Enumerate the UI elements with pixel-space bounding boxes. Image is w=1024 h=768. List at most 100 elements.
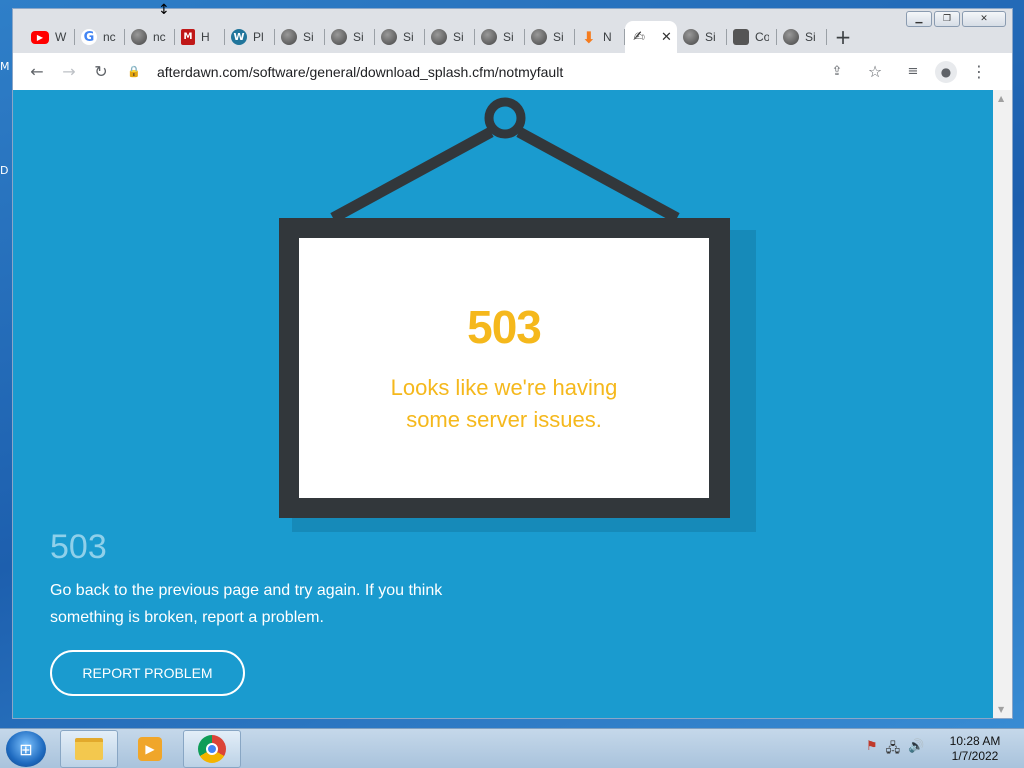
globe-icon — [683, 29, 699, 45]
sign-message-line: Looks like we're having — [390, 375, 618, 400]
clock[interactable]: 10:28 AM 1/7/2022 — [940, 734, 1010, 764]
tab[interactable]: Si — [475, 21, 525, 53]
action-center-flag-icon[interactable]: ⚑ — [866, 739, 878, 761]
tabs: ▶ W Gnc nc MH W Pl Si Si Si Si Si Si ⬇ N ✍ ✕… — [25, 21, 859, 53]
browser-window: ▁ ❐ ✕ ▶ W Gnc nc MH W Pl Si Si Si Si Si Si… — [12, 8, 1013, 719]
maximize-button[interactable]: ❐ — [934, 11, 960, 27]
folder-icon — [75, 738, 103, 760]
scroll-down-icon[interactable]: ▼ — [998, 705, 1004, 714]
error-message-line: Go back to the previous page and try aga… — [50, 582, 443, 599]
reload-icon[interactable]: ↻ — [85, 56, 117, 88]
tab-label: nc — [103, 30, 116, 44]
globe-icon — [331, 29, 347, 45]
tab-label: Si — [553, 30, 564, 44]
profile-avatar-icon[interactable]: ● — [935, 60, 957, 83]
url-text[interactable]: afterdawn.com/software/general/download_… — [157, 64, 563, 80]
close-tab-icon[interactable]: ✕ — [661, 29, 672, 45]
omnibox-actions: ⇪ ☆ ≡ ● ⋮ — [821, 57, 995, 86]
resize-cursor-icon: ↕ — [158, 2, 170, 18]
media-player-icon: ▶ — [138, 737, 162, 761]
globe-icon — [381, 29, 397, 45]
tab[interactable]: ⬇ N — [575, 21, 625, 53]
window-controls: ▁ ❐ ✕ — [906, 11, 1006, 27]
tab[interactable]: Si — [525, 21, 575, 53]
error-message: Go back to the previous page and try aga… — [50, 577, 480, 631]
tab[interactable]: Si — [275, 21, 325, 53]
new-tab-button[interactable]: + — [827, 21, 859, 53]
taskbar-media-player[interactable]: ▶ — [121, 730, 179, 768]
desktop-icon-label: D — [0, 164, 9, 177]
minimize-button[interactable]: ▁ — [906, 11, 932, 27]
taskbar-explorer[interactable] — [60, 730, 118, 768]
clock-date: 1/7/2022 — [951, 749, 999, 763]
tab[interactable]: Si — [375, 21, 425, 53]
volume-icon[interactable]: 🔊 — [908, 739, 924, 761]
tab-label: Si — [805, 30, 816, 44]
tab-label: Si — [453, 30, 464, 44]
tab-label: Si — [705, 30, 716, 44]
tab[interactable]: Gnc — [75, 21, 125, 53]
globe-icon — [131, 29, 147, 45]
sign-error-code: 503 — [467, 301, 542, 353]
scroll-up-icon[interactable]: ▲ — [998, 94, 1004, 103]
page-content: 503 Looks like we're having some server … — [13, 90, 993, 718]
tab-label: nc — [153, 30, 166, 44]
sign-message: Looks like we're having some server issu… — [391, 372, 618, 436]
wordpress-icon: W — [231, 29, 247, 45]
vertical-scrollbar[interactable]: ▲ ▼ — [993, 90, 1012, 718]
tab[interactable]: nc — [125, 21, 175, 53]
tab[interactable]: Co — [727, 21, 777, 53]
tab[interactable]: Si — [325, 21, 375, 53]
mcafee-icon: M — [181, 29, 195, 45]
tab-label: Si — [403, 30, 414, 44]
back-icon[interactable]: ← — [21, 56, 53, 88]
afterdawn-icon: ✍ — [633, 29, 645, 45]
forward-icon[interactable]: → — [53, 56, 85, 88]
tab-label: Si — [303, 30, 314, 44]
lock-icon[interactable]: 🔒 — [127, 65, 147, 78]
globe-icon — [281, 29, 297, 45]
globe-icon — [431, 29, 447, 45]
download-icon: ⬇ — [582, 27, 596, 47]
desktop-icon-label: M — [0, 60, 10, 73]
tab-active[interactable]: ✍ ✕ — [625, 21, 677, 53]
tab-label: H — [201, 30, 210, 44]
globe-icon — [783, 29, 799, 45]
close-window-button[interactable]: ✕ — [962, 11, 1006, 27]
sign-board: 503 Looks like we're having some server … — [299, 238, 709, 498]
browser-toolbar: ← → ↻ 🔒 afterdawn.com/software/general/d… — [13, 53, 1012, 90]
globe-icon — [531, 29, 547, 45]
network-icon[interactable]: 🖧 — [886, 739, 901, 761]
tab[interactable]: Si — [777, 21, 827, 53]
tab[interactable]: MH — [175, 21, 225, 53]
globe-icon — [481, 29, 497, 45]
chrome-icon — [198, 735, 226, 763]
bookmark-star-icon[interactable]: ☆ — [859, 56, 891, 88]
shield-icon — [733, 29, 749, 45]
tab-label: Co — [755, 30, 769, 44]
tab-label: Pl — [253, 30, 264, 44]
hanger-icon — [330, 97, 680, 223]
sign-message-line: some server issues. — [406, 407, 602, 432]
tab[interactable]: Si — [425, 21, 475, 53]
report-problem-button[interactable]: REPORT PROBLEM — [50, 650, 245, 696]
menu-dots-icon[interactable]: ⋮ — [963, 56, 995, 88]
sign-frame: 503 Looks like we're having some server … — [279, 218, 730, 518]
tab[interactable]: W Pl — [225, 21, 275, 53]
start-button[interactable]: ⊞ — [6, 731, 46, 767]
error-message-line: something is broken, report a problem. — [50, 609, 324, 626]
tab-label: Si — [503, 30, 514, 44]
reading-list-icon[interactable]: ≡ — [897, 56, 929, 88]
tab-label: N — [603, 30, 612, 44]
share-icon[interactable]: ⇪ — [821, 56, 853, 88]
tab[interactable]: Si — [677, 21, 727, 53]
taskbar: ⊞ ▶ ⚑ 🖧 🔊 10:28 AM 1/7/2022 — [0, 728, 1024, 768]
youtube-icon: ▶ — [31, 30, 49, 44]
taskbar-chrome[interactable] — [183, 730, 241, 768]
tab-label: Si — [353, 30, 364, 44]
clock-time: 10:28 AM — [949, 734, 1001, 748]
tab[interactable]: ▶ W — [25, 21, 75, 53]
error-code: 503 — [50, 528, 107, 566]
address-bar[interactable]: 🔒 afterdawn.com/software/general/downloa… — [125, 57, 995, 86]
google-icon: G — [81, 29, 97, 45]
